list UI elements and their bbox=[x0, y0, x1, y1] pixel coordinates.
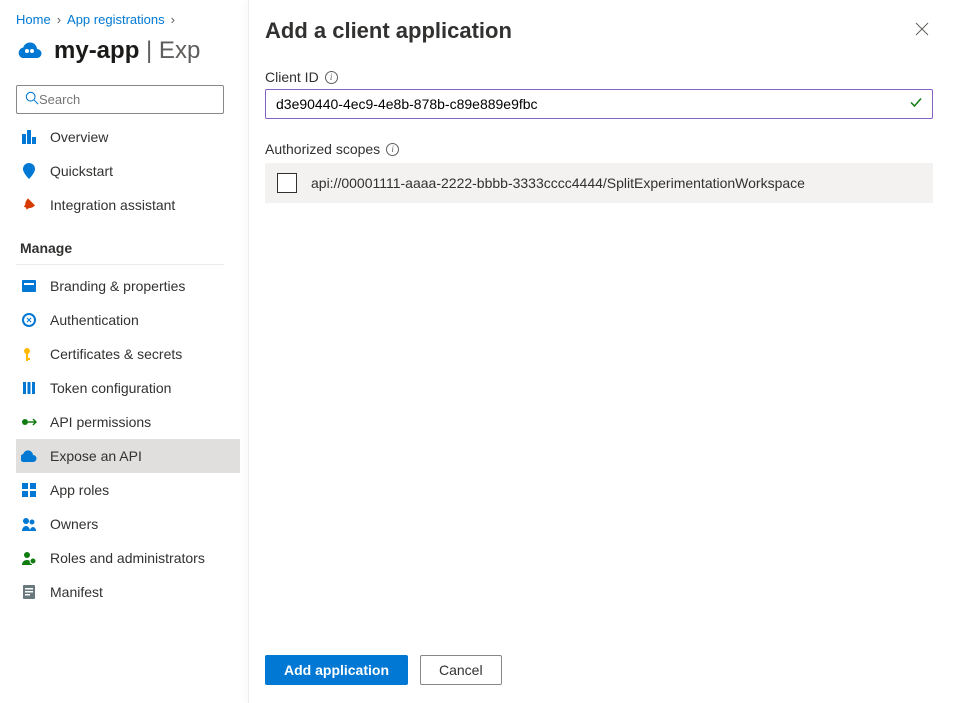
search-icon bbox=[25, 91, 39, 108]
client-id-input[interactable] bbox=[265, 89, 933, 119]
app-cloud-icon bbox=[16, 37, 44, 65]
expose-api-icon bbox=[20, 447, 38, 465]
overview-icon bbox=[20, 128, 38, 146]
branding-icon bbox=[20, 277, 38, 295]
page-title-row: my-app | Exp bbox=[16, 37, 240, 65]
sidebar-item-branding[interactable]: Branding & properties bbox=[16, 269, 240, 303]
sidebar-item-quickstart[interactable]: Quickstart bbox=[16, 154, 240, 188]
owners-icon bbox=[20, 515, 38, 533]
sidebar-item-app-roles[interactable]: App roles bbox=[16, 473, 240, 507]
info-icon[interactable]: i bbox=[325, 71, 338, 84]
sidebar-item-owners[interactable]: Owners bbox=[16, 507, 240, 541]
key-icon bbox=[20, 345, 38, 363]
client-id-label-row: Client ID i bbox=[265, 69, 933, 85]
info-icon[interactable]: i bbox=[386, 143, 399, 156]
sidebar-item-label: Integration assistant bbox=[50, 197, 175, 213]
sidebar-item-label: Certificates & secrets bbox=[50, 346, 182, 362]
authentication-icon bbox=[20, 311, 38, 329]
cancel-button[interactable]: Cancel bbox=[420, 655, 502, 685]
page-title: my-app | Exp bbox=[54, 37, 200, 65]
close-button[interactable] bbox=[911, 18, 933, 45]
chevron-right-icon: › bbox=[57, 12, 61, 27]
sidebar-item-label: Manifest bbox=[50, 584, 103, 600]
close-icon bbox=[915, 23, 929, 40]
quickstart-icon bbox=[20, 162, 38, 180]
breadcrumb: Home › App registrations › bbox=[16, 12, 240, 27]
add-application-button[interactable]: Add application bbox=[265, 655, 408, 685]
sidebar-item-label: App roles bbox=[50, 482, 109, 498]
scope-row: api://00001111-aaaa-2222-bbbb-3333cccc44… bbox=[265, 163, 933, 203]
sidebar-item-label: Authentication bbox=[50, 312, 139, 328]
rocket-icon bbox=[20, 196, 38, 214]
sidebar-item-token-config[interactable]: Token configuration bbox=[16, 371, 240, 405]
app-name: my-app bbox=[54, 37, 139, 64]
sidebar-item-label: Token configuration bbox=[50, 380, 171, 396]
sidebar-search[interactable] bbox=[16, 85, 224, 114]
search-input[interactable] bbox=[39, 92, 215, 107]
sidebar-item-label: API permissions bbox=[50, 414, 151, 430]
sidebar-item-label: Owners bbox=[50, 516, 98, 532]
scope-value: api://00001111-aaaa-2222-bbbb-3333cccc44… bbox=[311, 175, 805, 191]
client-id-label: Client ID bbox=[265, 69, 319, 85]
sidebar-item-overview[interactable]: Overview bbox=[16, 120, 240, 154]
app-roles-icon bbox=[20, 481, 38, 499]
sidebar-item-roles-admins[interactable]: Roles and administrators bbox=[16, 541, 240, 575]
checkmark-icon bbox=[909, 96, 923, 113]
breadcrumb-home[interactable]: Home bbox=[16, 12, 51, 27]
token-icon bbox=[20, 379, 38, 397]
sidebar-section-manage: Manage bbox=[16, 222, 224, 265]
sidebar-nav: Overview Quickstart Integration assistan… bbox=[16, 120, 240, 222]
chevron-right-icon: › bbox=[171, 12, 175, 27]
sidebar-item-authentication[interactable]: Authentication bbox=[16, 303, 240, 337]
manifest-icon bbox=[20, 583, 38, 601]
sidebar-nav-manage: Branding & properties Authentication Cer… bbox=[16, 269, 240, 609]
panel-title: Add a client application bbox=[265, 18, 512, 44]
sidebar-item-certificates[interactable]: Certificates & secrets bbox=[16, 337, 240, 371]
sidebar-item-expose-api[interactable]: Expose an API bbox=[16, 439, 240, 473]
sidebar-item-label: Roles and administrators bbox=[50, 550, 205, 566]
sidebar-item-label: Expose an API bbox=[50, 448, 142, 464]
scopes-label-row: Authorized scopes i bbox=[265, 141, 933, 157]
roles-admins-icon bbox=[20, 549, 38, 567]
api-permissions-icon bbox=[20, 413, 38, 431]
breadcrumb-app-registrations[interactable]: App registrations bbox=[67, 12, 165, 27]
page-title-suffix: | Exp bbox=[146, 37, 200, 64]
add-client-panel: Add a client application Client ID i Aut… bbox=[248, 0, 953, 703]
sidebar-item-manifest[interactable]: Manifest bbox=[16, 575, 240, 609]
sidebar-item-integration-assistant[interactable]: Integration assistant bbox=[16, 188, 240, 222]
sidebar-item-label: Branding & properties bbox=[50, 278, 185, 294]
sidebar-item-api-permissions[interactable]: API permissions bbox=[16, 405, 240, 439]
scopes-label: Authorized scopes bbox=[265, 141, 380, 157]
sidebar-item-label: Quickstart bbox=[50, 163, 113, 179]
sidebar-item-label: Overview bbox=[50, 129, 108, 145]
panel-footer: Add application Cancel bbox=[249, 641, 953, 703]
scope-checkbox[interactable] bbox=[277, 173, 297, 193]
